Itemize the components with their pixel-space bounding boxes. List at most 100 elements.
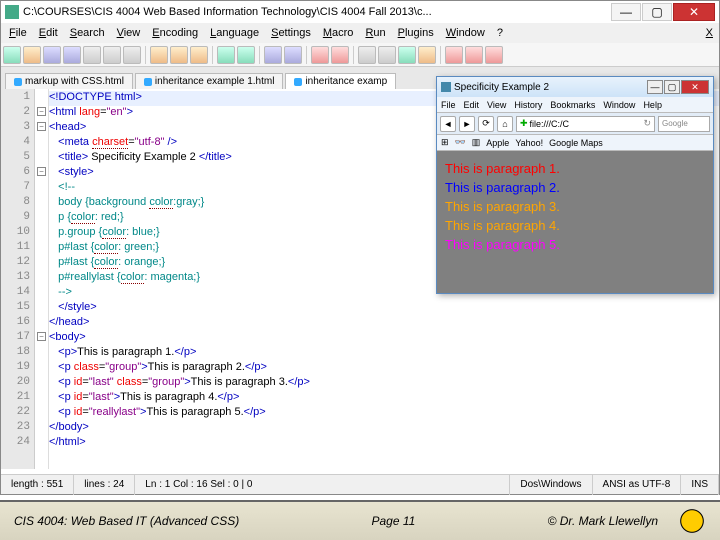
browser-close-button[interactable]: ✕ <box>681 80 709 94</box>
bookmark-yahoo-[interactable]: Yahoo! <box>515 138 543 148</box>
bookmark-google-maps[interactable]: Google Maps <box>549 138 603 148</box>
bookmark-apple[interactable]: Apple <box>486 138 509 148</box>
undo-icon[interactable] <box>217 46 235 64</box>
main-titlebar[interactable]: C:\COURSES\CIS 4004 Web Based Informatio… <box>1 1 719 23</box>
code-line-20[interactable]: <p id="last" class="group">This is parag… <box>49 376 719 391</box>
status-eol: Dos\Windows <box>510 475 592 495</box>
open-file-icon[interactable] <box>23 46 41 64</box>
cut-icon[interactable] <box>150 46 168 64</box>
fold-marker[interactable]: − <box>37 332 46 341</box>
new-file-icon[interactable] <box>3 46 21 64</box>
minimize-button[interactable]: — <box>611 3 641 21</box>
url-field[interactable]: ✚ file:///C:/C ↻ <box>516 116 655 132</box>
zoom-in-icon[interactable] <box>311 46 329 64</box>
menu-edit[interactable]: Edit <box>33 25 64 41</box>
code-line-22[interactable]: <p id="reallylast">This is paragraph 5.<… <box>49 406 719 421</box>
code-line-18[interactable]: <p>This is paragraph 1.</p> <box>49 346 719 361</box>
sidebar-icon[interactable]: ⊞ <box>441 137 449 148</box>
menu-run[interactable]: Run <box>359 25 391 41</box>
footer-left: CIS 4004: Web Based IT (Advanced CSS) <box>0 514 253 528</box>
menu-window[interactable]: Window <box>440 25 491 41</box>
file-icon <box>144 78 152 86</box>
find-icon[interactable] <box>264 46 282 64</box>
close-doc-button[interactable]: X <box>700 25 717 41</box>
ucf-logo-icon <box>672 504 712 538</box>
bookmarks-book-icon[interactable]: ▥ <box>472 137 481 148</box>
browser-maximize-button[interactable]: ▢ <box>664 80 680 94</box>
menu-encoding[interactable]: Encoding <box>146 25 204 41</box>
code-line-19[interactable]: <p class="group">This is paragraph 2.</p… <box>49 361 719 376</box>
menu-settings[interactable]: Settings <box>265 25 317 41</box>
indent-guide-icon[interactable] <box>398 46 416 64</box>
browser-titlebar[interactable]: Specificity Example 2 — ▢ ✕ <box>437 77 713 97</box>
browser-menu-help[interactable]: Help <box>639 100 666 110</box>
reader-list-icon[interactable]: 👓 <box>455 137 466 148</box>
browser-menu-window[interactable]: Window <box>599 100 639 110</box>
menu-view[interactable]: View <box>111 25 147 41</box>
browser-menubar: FileEditViewHistoryBookmarksWindowHelp <box>437 97 713 113</box>
fold-marker[interactable]: − <box>37 167 46 176</box>
paste-icon[interactable] <box>190 46 208 64</box>
status-position: Ln : 1 Col : 16 Sel : 0 | 0 <box>135 475 510 495</box>
browser-menu-bookmarks[interactable]: Bookmarks <box>546 100 599 110</box>
menu-help[interactable]: ? <box>491 25 509 41</box>
macro-record-icon[interactable] <box>445 46 463 64</box>
slide-footer: CIS 4004: Web Based IT (Advanced CSS) Pa… <box>0 500 720 540</box>
save-icon[interactable] <box>43 46 61 64</box>
menu-plugins[interactable]: Plugins <box>392 25 440 41</box>
tab-inheritance-examp[interactable]: inheritance examp <box>285 73 396 89</box>
fold-margin[interactable]: − − − − <box>35 89 49 469</box>
replace-icon[interactable] <box>284 46 302 64</box>
redo-icon[interactable] <box>237 46 255 64</box>
fold-marker[interactable]: − <box>37 122 46 131</box>
main-toolbar <box>1 43 719 67</box>
browser-minimize-button[interactable]: — <box>647 80 663 94</box>
save-all-icon[interactable] <box>63 46 81 64</box>
copy-icon[interactable] <box>170 46 188 64</box>
code-line-15[interactable]: </style> <box>49 301 719 316</box>
code-line-16[interactable]: </head> <box>49 316 719 331</box>
status-mode: INS <box>681 475 719 495</box>
macro-play-icon[interactable] <box>465 46 483 64</box>
reader-icon[interactable]: ↻ <box>643 118 651 129</box>
reload-icon[interactable]: ⟳ <box>478 116 494 132</box>
rendered-para-5: This is paragraph 5. <box>445 237 705 252</box>
maximize-button[interactable]: ▢ <box>642 3 672 21</box>
ssl-icon: ✚ <box>520 118 528 129</box>
folder-icon[interactable] <box>418 46 436 64</box>
macro-stop-icon[interactable] <box>485 46 503 64</box>
tab-inheritance-example-1-html[interactable]: inheritance example 1.html <box>135 73 284 89</box>
zoom-out-icon[interactable] <box>331 46 349 64</box>
code-line-23[interactable]: </body> <box>49 421 719 436</box>
footer-right: © Dr. Mark Llewellyn <box>534 514 672 528</box>
close-all-icon[interactable] <box>103 46 121 64</box>
main-menubar: FileEditSearchViewEncodingLanguageSettin… <box>1 23 719 43</box>
menu-macro[interactable]: Macro <box>317 25 360 41</box>
code-line-21[interactable]: <p id="last">This is paragraph 4.</p> <box>49 391 719 406</box>
close-button[interactable]: ✕ <box>673 3 715 21</box>
forward-icon[interactable]: ► <box>459 116 475 132</box>
bookmarks-bar: ⊞ 👓 ▥ Apple Yahoo! Google Maps <box>437 135 713 151</box>
browser-menu-file[interactable]: File <box>437 100 460 110</box>
menu-language[interactable]: Language <box>204 25 265 41</box>
browser-content: This is paragraph 1.This is paragraph 2.… <box>437 151 713 293</box>
print-icon[interactable] <box>123 46 141 64</box>
browser-menu-history[interactable]: History <box>510 100 546 110</box>
rendered-para-2: This is paragraph 2. <box>445 180 705 195</box>
fold-marker[interactable]: − <box>37 107 46 116</box>
close-file-icon[interactable] <box>83 46 101 64</box>
menu-search[interactable]: Search <box>64 25 111 41</box>
wrap-icon[interactable] <box>358 46 376 64</box>
menu-file[interactable]: File <box>3 25 33 41</box>
browser-menu-edit[interactable]: Edit <box>460 100 484 110</box>
home-icon[interactable]: ⌂ <box>497 116 513 132</box>
browser-menu-view[interactable]: View <box>483 100 510 110</box>
rendered-para-4: This is paragraph 4. <box>445 218 705 233</box>
back-icon[interactable]: ◄ <box>440 116 456 132</box>
browser-window[interactable]: Specificity Example 2 — ▢ ✕ FileEditView… <box>436 76 714 294</box>
code-line-24[interactable]: </html> <box>49 436 719 451</box>
code-line-17[interactable]: <body> <box>49 331 719 346</box>
tab-markup-with-CSS-html[interactable]: markup with CSS.html <box>5 73 133 89</box>
search-field[interactable]: Google <box>658 116 710 132</box>
show-symbols-icon[interactable] <box>378 46 396 64</box>
